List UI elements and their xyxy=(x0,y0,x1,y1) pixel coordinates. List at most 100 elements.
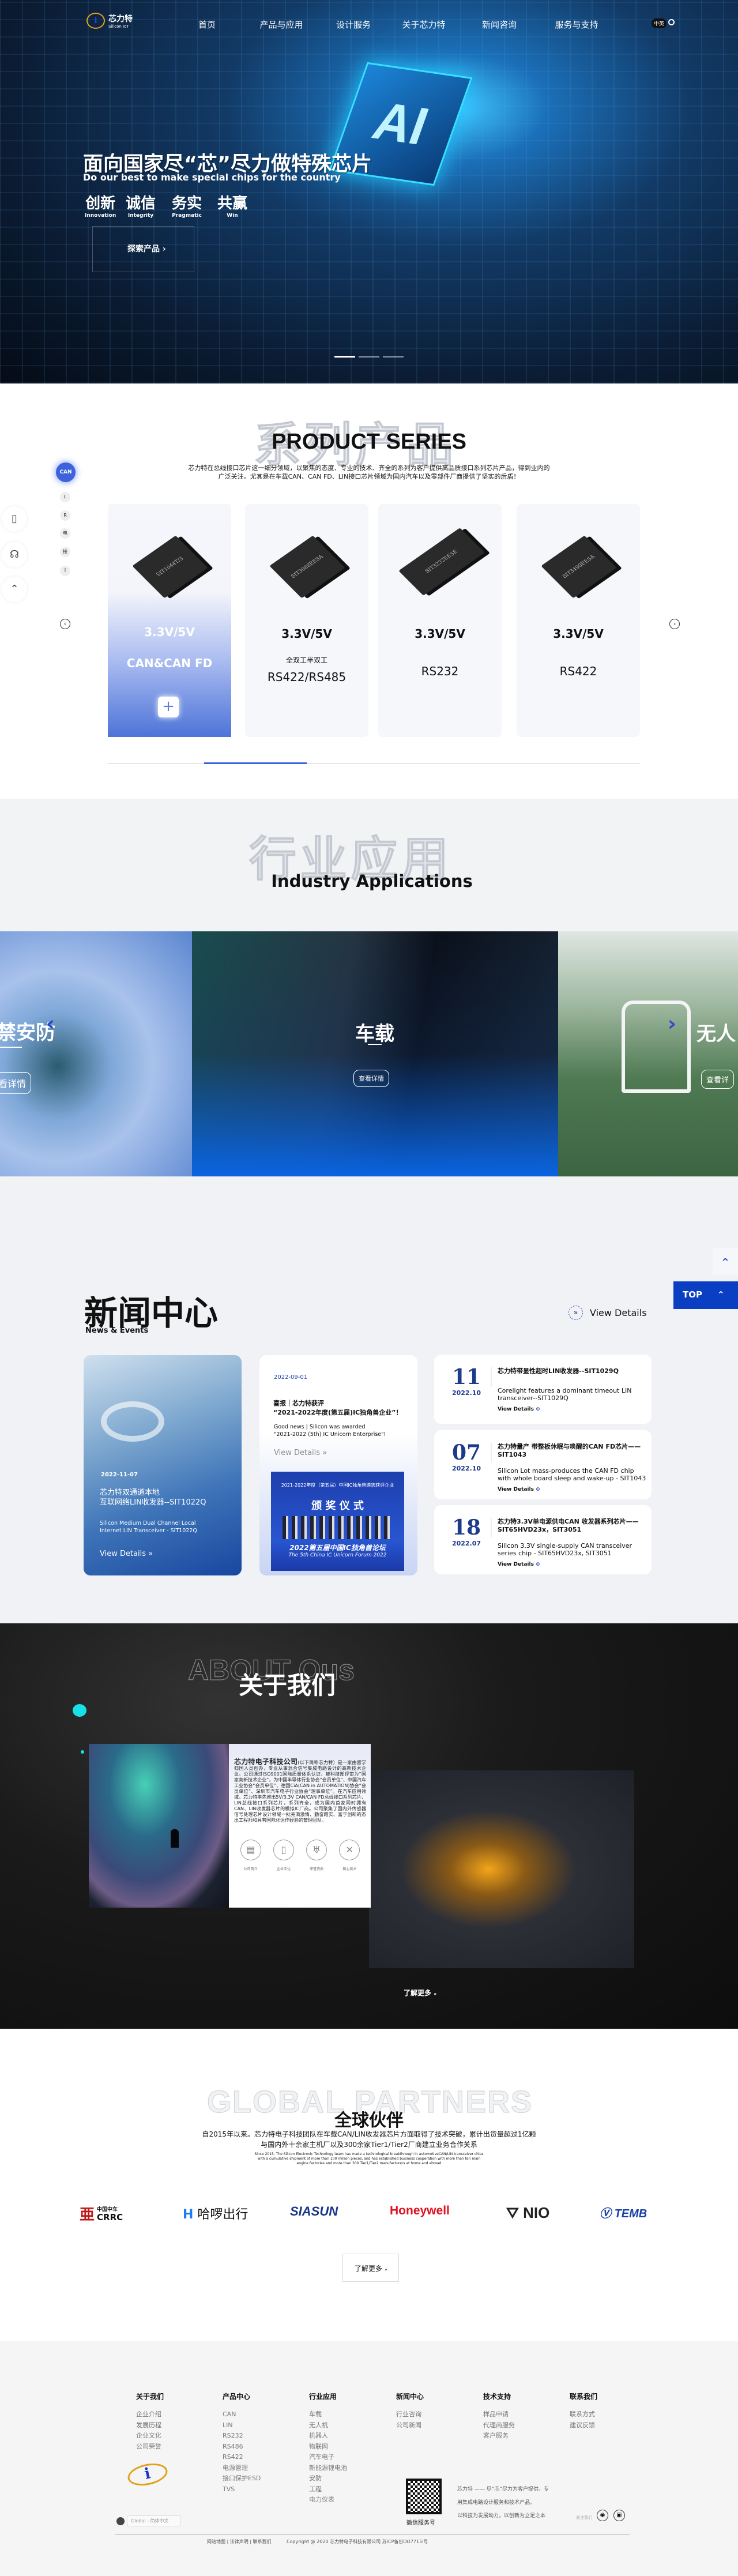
prev-arrow-icon[interactable]: ‹ xyxy=(60,619,70,629)
view-details-button[interactable]: 查看详情 xyxy=(353,1070,389,1087)
section-title: PRODUCT SERIES xyxy=(272,430,466,454)
scroll-up-icon[interactable]: ⌃ xyxy=(713,1248,738,1274)
wechat-qr-code xyxy=(406,2479,442,2514)
footer-link[interactable]: 企业文化 xyxy=(136,2431,164,2442)
view-details-link[interactable]: View Details ⊙ xyxy=(498,1407,540,1412)
product-card[interactable]: SIT3088EESA 3.3V/5V 全双工半双工 RS422/RS485 xyxy=(245,504,368,737)
tab-tvs[interactable]: T xyxy=(60,566,70,576)
footer-link[interactable]: 安防 xyxy=(309,2473,347,2484)
news-day: 07 xyxy=(451,1441,481,1465)
chevron-left-icon[interactable]: ‹ xyxy=(46,1012,55,1036)
nav-home[interactable]: 首页 xyxy=(198,18,216,31)
scroll-up-icon[interactable]: ⌃ xyxy=(2,577,27,602)
chevron-right-icon[interactable]: › xyxy=(668,1012,676,1036)
document-icon[interactable]: ▯ xyxy=(2,506,27,532)
view-details-link[interactable]: View Details ⊙ xyxy=(498,1487,540,1492)
view-details-button[interactable]: 查看详 xyxy=(701,1070,735,1089)
language-select[interactable]: Global - 简体中文 xyxy=(116,2515,181,2526)
explore-products-button[interactable]: 探索产品 › xyxy=(92,226,194,272)
link-company-intro[interactable]: ▤ 公司简介 xyxy=(240,1840,261,1871)
footer-links[interactable]: 网站地图 | 法律声明 | 联系我们 xyxy=(207,2539,272,2545)
view-all-link[interactable]: » View Details xyxy=(568,1306,647,1320)
search-icon[interactable] xyxy=(668,19,675,25)
link-culture[interactable]: ▯ 企业文化 xyxy=(273,1840,294,1871)
footer-link[interactable]: 公司新闻 xyxy=(396,2420,424,2431)
tab-interface[interactable]: 接 xyxy=(60,547,70,557)
product-card[interactable]: SIT3490EESA 3.3V/5V RS422 xyxy=(517,504,640,737)
slide-dot[interactable] xyxy=(334,356,355,358)
nav-support[interactable]: 服务与支持 xyxy=(555,18,598,31)
aurora-photo xyxy=(89,1744,229,1908)
learn-more-link[interactable]: 了解更多 » xyxy=(404,1988,436,1998)
footer-link[interactable]: 电力仪表 xyxy=(309,2495,347,2506)
tab-lin[interactable]: L xyxy=(60,492,70,502)
industry-panel-drone[interactable]: 无人 查看详 › xyxy=(558,931,738,1176)
nav-products[interactable]: 产品与应用 xyxy=(259,18,303,31)
tab-power[interactable]: 电 xyxy=(60,528,70,539)
carousel-track[interactable] xyxy=(108,762,640,764)
featured-news-card[interactable]: 2022-11-07 芯力特双通道本地 互联网络LIN收发器--SIT1022Q … xyxy=(84,1355,242,1575)
link-honors[interactable]: ♅ 荣誉资质 xyxy=(306,1840,327,1871)
footer-link[interactable]: 公司荣誉 xyxy=(136,2442,164,2453)
view-details-link[interactable]: View Details ⊙ xyxy=(498,1562,540,1567)
slide-dot[interactable] xyxy=(359,356,379,358)
product-card[interactable]: SIT3232EESE 3.3V/5V RS232 xyxy=(378,504,502,737)
view-details-link[interactable]: View Details » xyxy=(100,1550,153,1558)
product-card[interactable]: SIT1044T/3 3.3V/5V CAN&CAN FD + xyxy=(108,504,231,737)
chip-image: SIT3490EESA xyxy=(541,535,617,599)
footer-link[interactable]: 机器人 xyxy=(309,2431,347,2442)
news-card[interactable]: 2022-09-01 喜报｜芯力特获评 “2021-2022年度(第五届)IC独角… xyxy=(259,1355,417,1575)
nav-design[interactable]: 设计服务 xyxy=(336,18,371,31)
footer-link[interactable]: 工程 xyxy=(309,2484,347,2495)
footer-link[interactable]: 物联网 xyxy=(309,2442,347,2453)
footer-link[interactable]: 企业介绍 xyxy=(136,2409,164,2420)
footer-link[interactable]: 行业咨询 xyxy=(396,2409,424,2420)
footer-link[interactable]: 样品申请 xyxy=(483,2409,515,2420)
footer-link[interactable]: 建议反馈 xyxy=(570,2420,597,2431)
footer-link[interactable]: TVS xyxy=(223,2484,261,2495)
footer-link[interactable]: CAN xyxy=(223,2409,261,2420)
footer-link[interactable]: 电源管理 xyxy=(223,2463,261,2474)
nav-news[interactable]: 新闻咨询 xyxy=(482,18,517,31)
next-arrow-icon[interactable]: › xyxy=(669,619,680,629)
divider xyxy=(491,1367,492,1387)
circuit-image xyxy=(101,1401,164,1442)
language-toggle[interactable]: 中英 xyxy=(652,18,667,28)
chip-photo xyxy=(369,1770,634,1968)
product-name: RS422 xyxy=(559,664,597,678)
partners-learn-more-button[interactable]: 了解更多 » xyxy=(342,2254,399,2282)
news-list-item[interactable]: 11 2022.10 芯力特带显性超时LIN收发器--SIT1029Q Core… xyxy=(434,1355,652,1424)
footer-link[interactable]: 客户服务 xyxy=(483,2431,515,2442)
link-technology[interactable]: ✕ 核心技术 xyxy=(339,1840,360,1871)
footer-link[interactable]: 汽车电子 xyxy=(309,2452,347,2463)
weibo-icon[interactable]: ▣ xyxy=(613,2510,625,2521)
news-list-item[interactable]: 18 2022.07 芯力特3.3V单电源供电CAN 收发器系列芯片——SIT6… xyxy=(434,1505,652,1574)
footer-link[interactable]: 新能源锂电池 xyxy=(309,2463,347,2474)
footer-link[interactable]: 接口保护ESD xyxy=(223,2473,261,2484)
news-list-item[interactable]: 07 2022.10 芯力特量产 带整板休眠与唤醒的CAN FD芯片——SIT1… xyxy=(434,1430,652,1499)
industry-panel-security[interactable]: 禁安防 看详情 ‹ xyxy=(0,931,192,1176)
footer-link[interactable]: RS422 xyxy=(223,2452,261,2463)
footer-link[interactable]: 代理商服务 xyxy=(483,2420,515,2431)
view-details-button[interactable]: 看详情 xyxy=(0,1072,32,1094)
footer-link[interactable]: 车载 xyxy=(309,2409,347,2420)
plus-icon[interactable]: + xyxy=(158,697,179,717)
chip-image: SIT3232EESE xyxy=(398,528,485,596)
back-to-top-button[interactable]: TOP ⌃ xyxy=(673,1281,738,1309)
logo[interactable]: i 芯力特 Silicon IoT xyxy=(86,13,133,29)
footer-link[interactable]: LIN xyxy=(223,2420,261,2431)
footer-link[interactable]: RS486 xyxy=(223,2442,261,2453)
language-dropdown[interactable]: Global - 简体中文 xyxy=(127,2515,181,2526)
industry-panel-automotive[interactable]: 车载 查看详情 xyxy=(192,931,558,1176)
view-details-link[interactable]: View Details » xyxy=(274,1449,327,1457)
headset-icon[interactable]: ☊ xyxy=(2,542,27,567)
footer-link[interactable]: 联系方式 xyxy=(570,2409,597,2420)
tab-can[interactable]: CAN xyxy=(56,462,76,482)
wechat-icon[interactable]: ◉ xyxy=(597,2510,608,2521)
slide-dot[interactable] xyxy=(383,356,404,358)
footer-link[interactable]: 无人机 xyxy=(309,2420,347,2431)
footer-link[interactable]: RS232 xyxy=(223,2431,261,2442)
footer-link[interactable]: 发展历程 xyxy=(136,2420,164,2431)
nav-about[interactable]: 关于芯力特 xyxy=(402,18,445,31)
tab-rs[interactable]: R xyxy=(60,510,70,521)
